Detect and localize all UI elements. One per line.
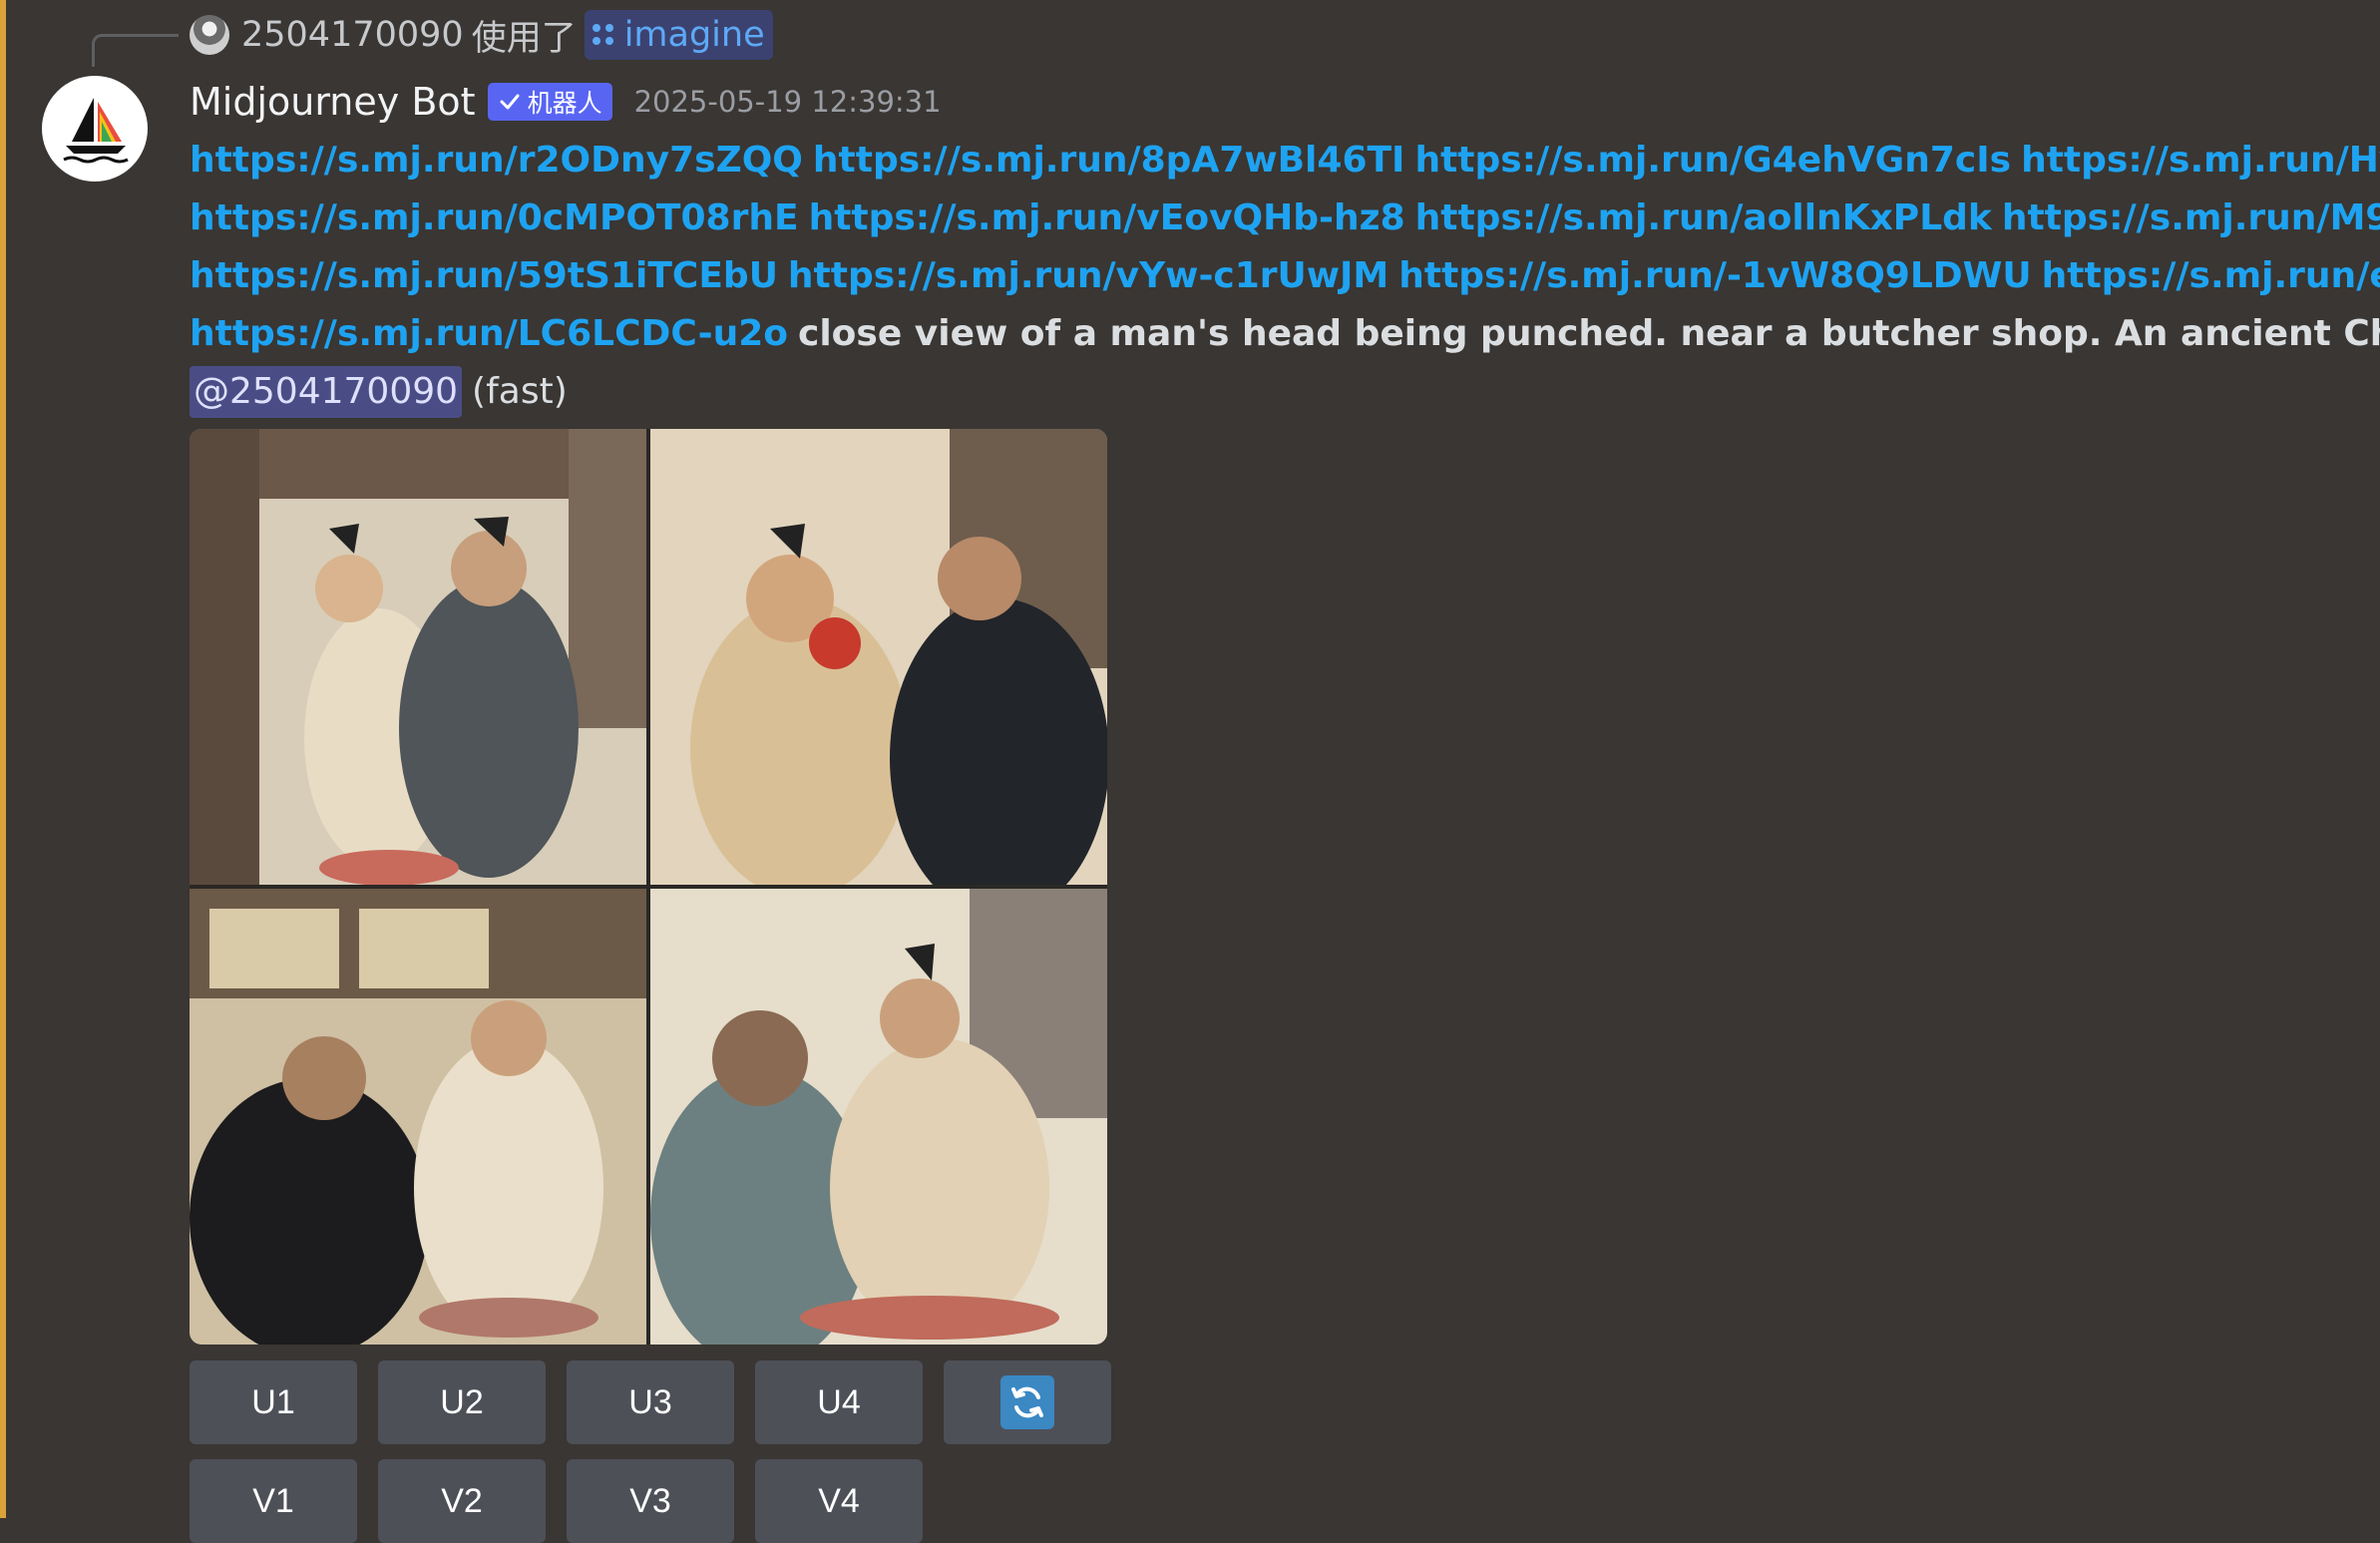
image-tile-2[interactable] bbox=[650, 429, 1107, 885]
speed-label: (fast) bbox=[472, 371, 568, 412]
prompt-image-link[interactable]: https://s.mj.run/0cMPOT08rhE bbox=[190, 197, 799, 238]
user-mention[interactable]: @2504170090 bbox=[190, 366, 463, 418]
variation-button-1[interactable]: V1 bbox=[190, 1459, 357, 1543]
reply-reference[interactable]: 2504170090 使用了 imagine bbox=[190, 8, 773, 62]
message-timestamp[interactable]: 2025-05-19 12:39:31 bbox=[634, 85, 942, 119]
prompt-image-link[interactable]: https://s.mj.run/euzZqS bbox=[2042, 255, 2380, 296]
message-line: https://s.mj.run/r2ODny7sZQQ https://s.mj… bbox=[190, 132, 2380, 190]
mention-highlight-stripe bbox=[0, 0, 6, 1518]
reply-username[interactable]: 2504170090 bbox=[241, 15, 464, 55]
reply-connector bbox=[92, 34, 179, 67]
command-grid-icon bbox=[592, 24, 614, 46]
refresh-icon bbox=[1000, 1375, 1054, 1429]
image-tile-4[interactable] bbox=[650, 889, 1107, 1345]
image-tile-1[interactable] bbox=[190, 429, 646, 885]
prompt-image-link[interactable]: https://s.mj.run/r2ODny7sZQQ bbox=[190, 140, 803, 181]
illustration-image bbox=[190, 889, 646, 1345]
checkmark-icon bbox=[500, 94, 520, 110]
message-line: https://s.mj.run/59tS1iTCEbU https://s.mj… bbox=[190, 247, 2380, 305]
upscale-button-row: U1 U2 U3 U4 bbox=[190, 1360, 1111, 1444]
prompt-image-link[interactable]: https://s.mj.run/G4ehVGn7cIs bbox=[1414, 140, 2011, 181]
prompt-image-link[interactable]: https://s.mj.run/59tS1iTCEbU bbox=[190, 255, 778, 296]
command-label: imagine bbox=[623, 15, 765, 55]
prompt-image-link[interactable]: https://s.mj.run/-1vW8Q9LDWU bbox=[1398, 255, 2031, 296]
prompt-image-link[interactable]: https://s.mj.run/8pA7wBl46TI bbox=[813, 140, 1405, 181]
prompt-image-link[interactable]: https://s.mj.run/M9XOHa bbox=[2002, 197, 2380, 238]
message-content: https://s.mj.run/r2ODny7sZQQ https://s.mj… bbox=[190, 132, 2380, 421]
variation-button-2[interactable]: V2 bbox=[378, 1459, 546, 1543]
reply-user-avatar[interactable] bbox=[190, 15, 229, 55]
prompt-image-link[interactable]: https://s.mj.run/LC6LCDC-u2o bbox=[190, 313, 788, 354]
prompt-image-link[interactable]: https://s.mj.run/vYw-c1rUwJM bbox=[788, 255, 1388, 296]
sailboat-logo-icon bbox=[63, 98, 129, 164]
bot-avatar[interactable] bbox=[42, 76, 148, 182]
mention-line: @2504170090 (fast) bbox=[190, 363, 2380, 421]
prompt-image-link[interactable]: https://s.mj.run/aollnKxPLdk bbox=[1415, 197, 1992, 238]
message-line: https://s.mj.run/LC6LCDC-u2o close view o… bbox=[190, 305, 2380, 363]
upscale-button-2[interactable]: U2 bbox=[378, 1360, 546, 1444]
variation-button-3[interactable]: V3 bbox=[567, 1459, 734, 1543]
image-tile-3[interactable] bbox=[190, 889, 646, 1345]
bot-name[interactable]: Midjourney Bot bbox=[190, 80, 476, 124]
reply-used-text: 使用了 bbox=[471, 18, 577, 59]
variation-button-row: V1 V2 V3 V4 bbox=[190, 1459, 923, 1543]
variation-button-4[interactable]: V4 bbox=[755, 1459, 923, 1543]
upscale-button-1[interactable]: U1 bbox=[190, 1360, 357, 1444]
message-line: https://s.mj.run/0cMPOT08rhE https://s.mj… bbox=[190, 190, 2380, 247]
illustration-image bbox=[650, 889, 1107, 1345]
prompt-image-link[interactable]: https://s.mj.run/vEovQHb-hz8 bbox=[809, 197, 1405, 238]
illustration-image bbox=[650, 429, 1107, 885]
reroll-button[interactable] bbox=[944, 1360, 1111, 1444]
message-header: Midjourney Bot 机器人 2025-05-19 12:39:31 bbox=[190, 76, 942, 128]
illustration-image bbox=[190, 429, 646, 885]
bot-tag-label: 机器人 bbox=[527, 89, 602, 118]
prompt-image-link[interactable]: https://s.mj.run/HyDSRxW bbox=[2021, 140, 2380, 181]
upscale-button-3[interactable]: U3 bbox=[567, 1360, 734, 1444]
generated-image-grid[interactable] bbox=[190, 429, 1107, 1345]
bot-tag: 机器人 bbox=[487, 83, 612, 121]
command-mention[interactable]: imagine bbox=[584, 10, 773, 60]
prompt-text: close view of a man's head being punched… bbox=[797, 313, 2380, 354]
upscale-button-4[interactable]: U4 bbox=[755, 1360, 923, 1444]
